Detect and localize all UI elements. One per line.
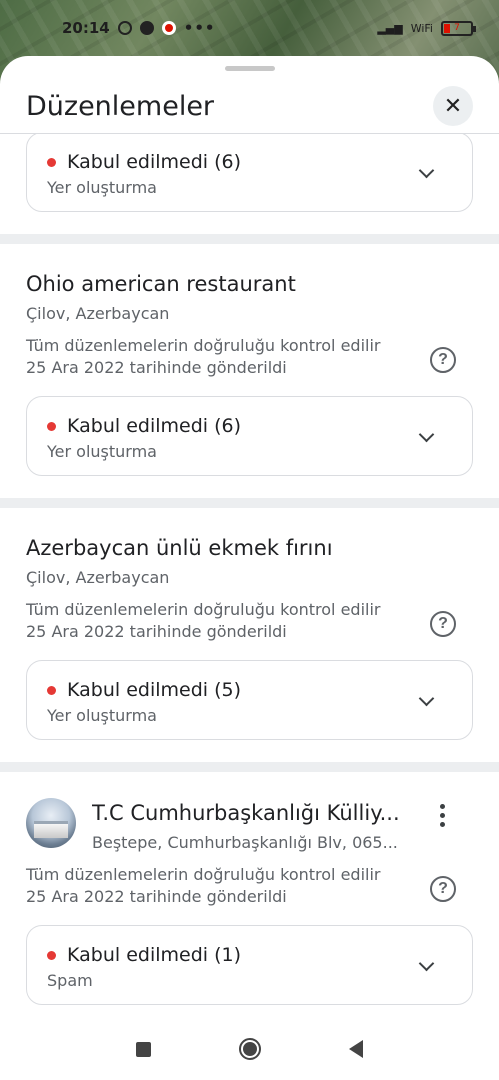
edit-type-label: Spam <box>47 971 93 990</box>
edit-status-card[interactable]: Kabul edilmedi (6) Yer oluşturma <box>26 396 473 476</box>
verification-note: Tüm düzenlemelerin doğruluğu kontrol edi… <box>26 865 381 884</box>
close-button[interactable]: ✕ <box>433 86 473 126</box>
drag-handle[interactable] <box>225 66 275 71</box>
edit-status-card[interactable]: Kabul edilmedi (5) Yer oluşturma <box>26 660 473 740</box>
rejected-status-dot <box>47 157 56 167</box>
place-name[interactable]: Azerbaycan ünlü ekmek fırını <box>26 536 333 560</box>
edit-status-card[interactable]: Kabul edilmedi (1) Spam <box>26 925 473 1005</box>
place-location: Çilov, Azerbaycan <box>26 304 170 323</box>
help-icon[interactable]: ? <box>430 347 456 373</box>
edit-info-text: Tüm düzenlemelerin doğruluğu kontrol edi… <box>26 599 416 643</box>
edit-status-label: Kabul edilmedi (6) <box>67 151 241 173</box>
ring-notification-icon <box>117 21 132 35</box>
sheet-header: Düzenlemeler ✕ <box>0 78 499 134</box>
section-divider <box>0 234 499 244</box>
more-options-icon[interactable] <box>437 804 447 827</box>
edits-sheet: Düzenlemeler ✕ Kabul edilmedi (6) Yer ol… <box>0 56 499 1018</box>
edits-list[interactable]: Kabul edilmedi (6) Yer oluşturma Ohio am… <box>0 134 499 1018</box>
close-icon: ✕ <box>443 93 463 118</box>
page-title: Düzenlemeler <box>26 90 215 122</box>
edit-status-label: Kabul edilmedi (6) <box>67 415 241 437</box>
home-icon[interactable] <box>239 1038 261 1060</box>
submitted-date: 25 Ara 2022 tarihinde gönderildi <box>26 887 287 906</box>
signal-icon: ▂▄▆ <box>377 21 403 35</box>
section-divider <box>0 762 499 772</box>
rejected-status-dot <box>47 950 56 960</box>
help-icon[interactable]: ? <box>430 876 456 902</box>
more-notifications-icon: ••• <box>183 19 216 37</box>
help-icon[interactable]: ? <box>430 611 456 637</box>
rejected-status-dot <box>47 685 56 695</box>
edit-type-label: Yer oluşturma <box>47 178 157 197</box>
battery-icon: 7 <box>441 20 476 36</box>
edit-status-card[interactable]: Kabul edilmedi (6) Yer oluşturma <box>26 134 473 212</box>
place-photo-avatar[interactable] <box>26 798 76 848</box>
battery-level: 7 <box>454 22 460 33</box>
app-notification-icon <box>139 21 154 35</box>
back-icon[interactable] <box>349 1040 363 1058</box>
status-time: 20:14 <box>62 19 110 37</box>
status-bar: 20:14 ••• ▂▄▆ WiFi 7 <box>0 0 499 56</box>
vodafone-notification-icon <box>161 21 176 35</box>
section-divider <box>0 498 499 508</box>
system-nav-bar <box>0 1018 499 1080</box>
submitted-date: 25 Ara 2022 tarihinde gönderildi <box>26 622 287 641</box>
place-name[interactable]: T.C Cumhurbaşkanlığı Külliy... <box>92 801 412 825</box>
place-location: Çilov, Azerbaycan <box>26 568 170 587</box>
edit-type-label: Yer oluşturma <box>47 442 157 461</box>
place-location: Beştepe, Cumhurbaşkanlığı Blv, 065... <box>92 833 398 852</box>
edit-status-label: Kabul edilmedi (5) <box>67 679 241 701</box>
recent-apps-icon[interactable] <box>136 1041 151 1057</box>
verification-note: Tüm düzenlemelerin doğruluğu kontrol edi… <box>26 336 381 355</box>
verification-note: Tüm düzenlemelerin doğruluğu kontrol edi… <box>26 600 381 619</box>
rejected-status-dot <box>47 421 56 431</box>
place-name[interactable]: Ohio american restaurant <box>26 272 296 296</box>
edit-type-label: Yer oluşturma <box>47 706 157 725</box>
wifi-icon: WiFi <box>410 21 433 35</box>
submitted-date: 25 Ara 2022 tarihinde gönderildi <box>26 358 287 377</box>
edit-info-text: Tüm düzenlemelerin doğruluğu kontrol edi… <box>26 864 416 908</box>
edit-info-text: Tüm düzenlemelerin doğruluğu kontrol edi… <box>26 335 416 379</box>
edit-status-label: Kabul edilmedi (1) <box>67 944 241 966</box>
